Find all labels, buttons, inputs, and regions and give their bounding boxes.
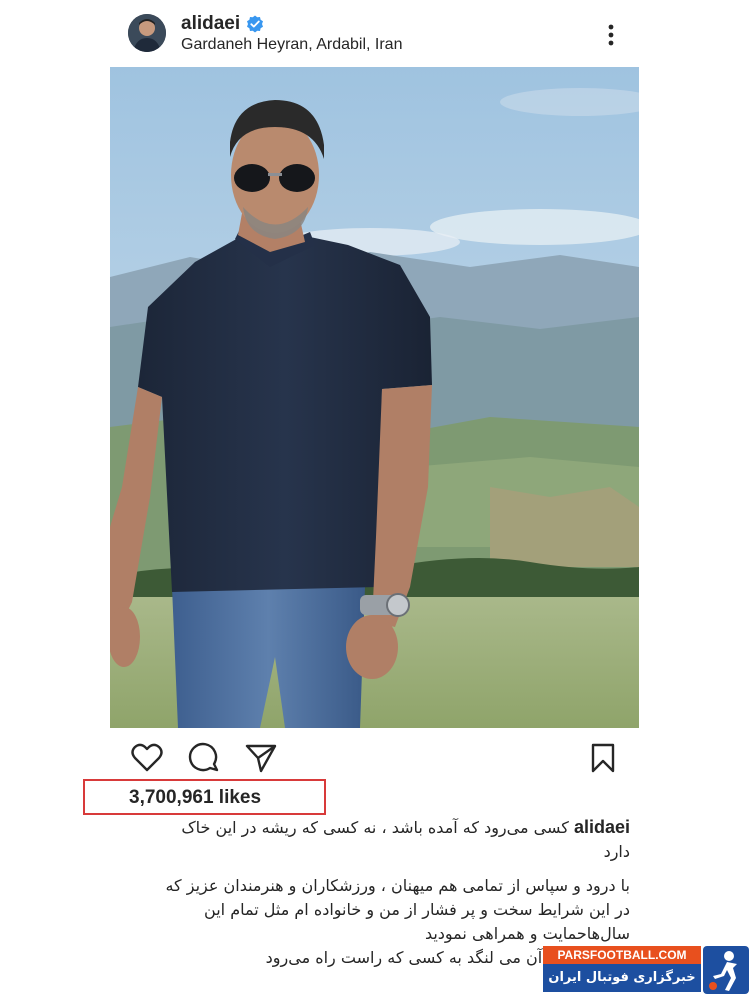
post-location[interactable]: Gardaneh Heyran, Ardabil, Iran (181, 36, 402, 54)
paper-plane-icon[interactable] (243, 740, 279, 776)
watermark-logo-icon (703, 946, 749, 994)
comment-bubble-icon[interactable] (186, 740, 222, 776)
watermark-tagline: خبرگزاری فوتبال ایران (543, 964, 701, 992)
post-header: alidaei Gardaneh Heyran, Ardabil, Iran (0, 0, 750, 68)
caption-text-1: کسی می‌رود که آمده باشد ، نه کسی که ریشه… (181, 818, 569, 837)
verified-badge-icon (246, 15, 264, 33)
caption-username[interactable]: alidaei (574, 817, 630, 837)
more-options-icon[interactable] (598, 20, 624, 50)
watermark: PARSFOOTBALL.COM خبرگزاری فوتبال ایران (543, 946, 749, 996)
post-photo[interactable] (110, 67, 639, 728)
caption-line-4: در این شرایط سخت و پر فشار از من و خانوا… (204, 900, 630, 919)
caption-line-2: دارد (603, 842, 630, 861)
watermark-brand: PARSFOOTBALL.COM (543, 946, 701, 964)
username[interactable]: alidaei (181, 13, 240, 35)
likes-count[interactable]: 3,700,961 likes (129, 787, 261, 809)
heart-icon[interactable] (129, 740, 165, 776)
caption-line-3: با درود و سپاس از تمامی هم میهنان ، ورزش… (165, 876, 630, 895)
bookmark-icon[interactable] (585, 740, 621, 776)
avatar[interactable] (128, 14, 166, 52)
action-bar (0, 740, 750, 780)
caption-line-5: سال‌هاحمایت و همراهی نمودید (424, 924, 630, 943)
caption-line-1: alidaei کسی می‌رود که آمده باشد ، نه کسی… (118, 815, 630, 840)
